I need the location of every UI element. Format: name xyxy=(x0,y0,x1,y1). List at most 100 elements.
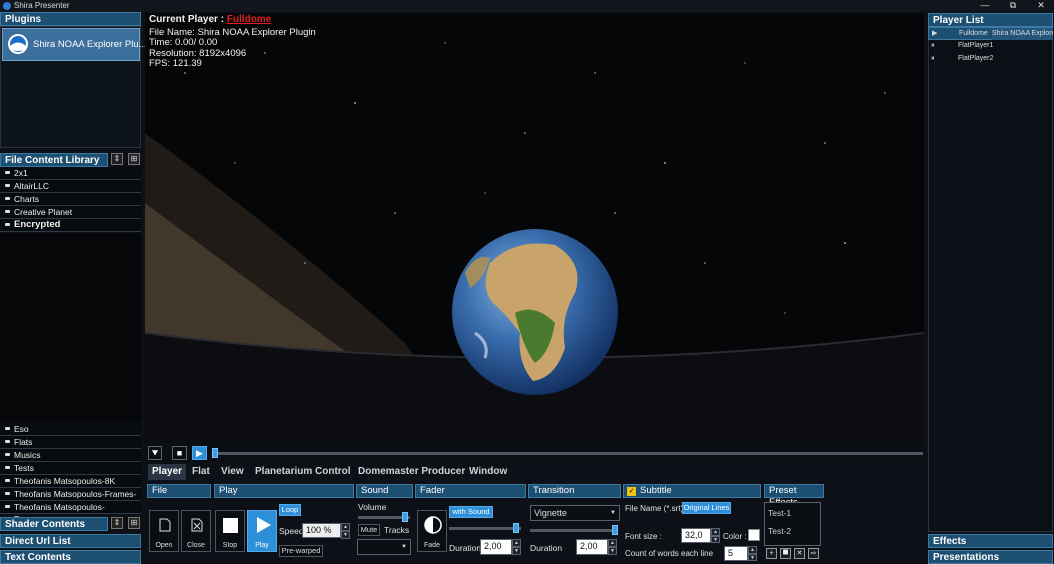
fader-duration-down[interactable]: ▼ xyxy=(512,547,521,555)
font-size-down[interactable]: ▼ xyxy=(711,536,720,543)
delete-preset-button[interactable]: ✕ xyxy=(794,548,805,559)
chevron-down-icon: ▼ xyxy=(610,510,616,516)
library-sort-button[interactable]: ⇕ xyxy=(111,153,123,165)
preset-list[interactable]: Test-1 Test-2 xyxy=(764,502,821,546)
tab-player[interactable]: Player xyxy=(148,464,187,480)
player-row-fulldome[interactable]: ▶ Fulldome Shira NOAA Explorer xyxy=(928,27,1053,40)
tab-domemaster-producer[interactable]: Domemaster Producer xyxy=(354,464,469,480)
library-item[interactable]: Eso xyxy=(0,423,141,436)
library-item[interactable]: Theofanis Matsopoulos-8K xyxy=(0,475,141,488)
transition-dropdown[interactable]: Vignette ▼ xyxy=(530,505,620,521)
tab-view[interactable]: View xyxy=(217,464,248,480)
speed-input[interactable]: 100 % xyxy=(302,523,341,538)
shader-contents-header[interactable]: Shader Contents xyxy=(0,517,108,531)
shader-grid-button[interactable]: ⊞ xyxy=(128,517,140,529)
player-list-panel xyxy=(928,27,1053,532)
font-size-input[interactable]: 32,0 xyxy=(681,528,711,543)
add-preset-button[interactable]: + xyxy=(766,548,777,559)
library-item[interactable]: Charts xyxy=(0,193,141,206)
transition-thumb[interactable] xyxy=(612,525,618,535)
transport-stop-button[interactable]: ■ xyxy=(172,446,187,460)
window-title: Shira Presenter xyxy=(14,1,70,10)
font-size-up[interactable]: ▲ xyxy=(711,528,720,536)
player-row-flatplayer2[interactable]: ⏸ FlatPlayer2 xyxy=(928,53,1053,66)
plugin-item[interactable]: Shira NOAA Explorer Plu... xyxy=(2,28,147,61)
library-item[interactable]: Theofanis Matsopoulos-Panorama xyxy=(0,501,141,524)
effects-header[interactable]: Effects xyxy=(928,534,1053,548)
noaa-logo-icon xyxy=(8,34,28,54)
fader-duration-up[interactable]: ▲ xyxy=(512,539,521,547)
apply-preset-button[interactable]: ⇨ xyxy=(808,548,819,559)
timeline-slider[interactable] xyxy=(213,452,923,455)
time-info: Time: 0.00/ 0.00 xyxy=(149,37,218,48)
words-up[interactable]: ▲ xyxy=(748,546,757,554)
tab-flat[interactable]: Flat xyxy=(188,464,214,480)
save-preset-button[interactable]: ⯀ xyxy=(780,548,791,559)
volume-label: Volume xyxy=(358,502,387,512)
library-list-top: 2x1 AltairLLC Charts Creative Planet Enc… xyxy=(0,167,141,232)
fps-info: FPS: 121.39 xyxy=(149,58,202,69)
direct-url-header[interactable]: Direct Url List xyxy=(0,534,141,548)
speed-down-arrow[interactable]: ▼ xyxy=(341,531,350,539)
close-window-button[interactable]: ✕ xyxy=(1030,0,1052,12)
fader-slider[interactable] xyxy=(449,527,521,530)
player-content: Shira NOAA Explorer xyxy=(992,28,1053,40)
library-grid-button[interactable]: ⊞ xyxy=(128,153,140,165)
transport-play-button[interactable]: ▶ xyxy=(192,446,207,460)
fader-duration-input[interactable]: 2,00 xyxy=(480,539,512,555)
words-input[interactable]: 5 xyxy=(724,546,748,561)
open-label: Open xyxy=(155,542,173,549)
player-list-header: Player List xyxy=(928,13,1053,27)
player-name: FlatPlayer1 xyxy=(958,42,994,49)
subtitle-group-header: ✓ Subtitle xyxy=(623,484,761,498)
timeline-thumb[interactable] xyxy=(212,448,218,458)
prewarped-button[interactable]: Pre-warped xyxy=(279,545,323,557)
fade-button[interactable]: Fade xyxy=(417,510,447,552)
open-button[interactable]: Open xyxy=(149,510,179,552)
library-item[interactable]: Encrypted xyxy=(0,219,141,232)
stop-button[interactable]: Stop xyxy=(215,510,245,552)
dome-viewport[interactable]: Current Player : Fulldome File Name: Shi… xyxy=(145,13,924,443)
player-row-flatplayer1[interactable]: ⏸ FlatPlayer1 xyxy=(928,40,1053,53)
preset-item[interactable]: Test-2 xyxy=(768,526,791,536)
library-item[interactable]: Creative Planet xyxy=(0,206,141,219)
loop-toggle[interactable]: Loop xyxy=(279,504,301,516)
transition-slider[interactable] xyxy=(530,529,618,532)
transition-duration-down[interactable]: ▼ xyxy=(608,547,617,555)
library-item[interactable]: Flats xyxy=(0,436,141,449)
original-lines-button[interactable]: Original Lines xyxy=(682,502,731,514)
tracks-dropdown[interactable]: ▼ xyxy=(357,539,411,555)
speed-up-arrow[interactable]: ▲ xyxy=(341,523,350,531)
fader-thumb[interactable] xyxy=(513,523,520,533)
library-item[interactable]: Musics xyxy=(0,449,141,462)
color-label: Color : xyxy=(723,532,747,541)
library-item[interactable]: 2x1 xyxy=(0,167,141,180)
transition-duration-up[interactable]: ▲ xyxy=(608,539,617,547)
tab-window[interactable]: Window xyxy=(465,464,511,480)
words-down[interactable]: ▼ xyxy=(748,554,757,561)
text-contents-header[interactable]: Text Contents xyxy=(0,550,141,564)
presentations-header[interactable]: Presentations xyxy=(928,550,1053,564)
minimize-button[interactable]: — xyxy=(974,0,996,12)
pause-state-icon: ⏸ xyxy=(931,55,935,62)
library-item[interactable]: Tests xyxy=(0,462,141,475)
library-item[interactable]: Theofanis Matsopoulos-Frames-8k xyxy=(0,488,141,511)
preset-item[interactable]: Test-1 xyxy=(768,508,791,518)
maximize-button[interactable]: ⧉ xyxy=(1002,0,1024,12)
tracks-label: Tracks xyxy=(384,525,410,535)
play-button[interactable]: Play xyxy=(247,510,277,552)
player-name: Fulldome xyxy=(959,30,988,37)
collapse-down-button[interactable]: ⯆ xyxy=(148,446,162,460)
plugins-header: Plugins xyxy=(0,12,141,26)
with-sound-toggle[interactable]: with Sound xyxy=(449,506,493,518)
shader-sort-button[interactable]: ⇕ xyxy=(111,517,123,529)
volume-thumb[interactable] xyxy=(401,512,408,522)
close-file-button[interactable]: Close xyxy=(181,510,211,552)
mute-button[interactable]: Mute xyxy=(358,524,380,536)
subtitle-checkbox[interactable]: ✓ xyxy=(627,487,636,496)
dome-render xyxy=(145,13,924,443)
tab-planetarium-control[interactable]: Planetarium Control xyxy=(251,464,355,480)
color-swatch[interactable] xyxy=(748,529,760,541)
library-item[interactable]: AltairLLC xyxy=(0,180,141,193)
transition-duration-input[interactable]: 2,00 xyxy=(576,539,608,555)
